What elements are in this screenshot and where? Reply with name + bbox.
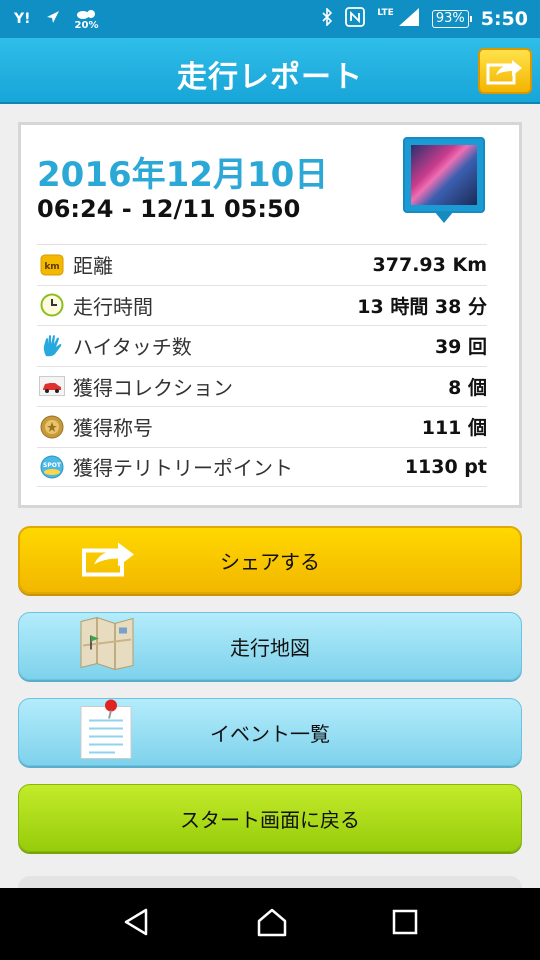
clock-time: 5:50	[480, 8, 528, 30]
stat-row-high-touch: ハイタッチ数 39 回	[37, 325, 487, 366]
stat-label: ハイタッチ数	[73, 335, 192, 360]
stat-label: 獲得テリトリーポイント	[73, 456, 293, 481]
stats-list: km 距離 377.93 Km 走行時間 13 時間 38 分 ハイタッチ数 3…	[37, 244, 487, 487]
share-arrow-icon	[486, 60, 522, 85]
event-list-button-label: イベント一覧	[210, 721, 330, 746]
stat-value: 111 個	[421, 417, 487, 440]
weather-indicator: 20%	[74, 8, 99, 31]
recents-nav-icon[interactable]	[392, 909, 418, 939]
stat-row-titles: 獲得称号 111 個	[37, 406, 487, 447]
svg-text:SPOT: SPOT	[43, 462, 62, 469]
stat-value: 377.93 Km	[372, 253, 487, 276]
stat-value: 13 時間 38 分	[357, 295, 487, 318]
weather-percent: 20%	[74, 19, 99, 31]
stat-label: 走行時間	[73, 294, 153, 319]
photo-thumbnail[interactable]	[403, 137, 485, 225]
stat-label: 獲得称号	[73, 416, 153, 441]
spot-icon: SPOT	[39, 454, 65, 480]
stat-value: 39 回	[434, 336, 487, 359]
status-bar: Y! 20% LTE 93% 5:50	[0, 0, 540, 38]
stat-row-distance: km 距離 377.93 Km	[37, 244, 487, 285]
nfc-icon	[345, 7, 366, 31]
folded-map-icon	[79, 616, 135, 677]
back-to-start-button[interactable]: スタート画面に戻る	[18, 784, 522, 852]
stat-value: 1130 pt	[404, 455, 487, 478]
stat-label: 距離	[73, 254, 113, 279]
clock-icon	[39, 292, 65, 318]
svg-text:km: km	[44, 262, 59, 272]
photo-image	[411, 145, 477, 205]
photo-pin-tail	[434, 211, 454, 223]
high-touch-icon	[39, 333, 65, 359]
stat-row-drive-time: 走行時間 13 時間 38 分	[37, 284, 487, 326]
bluetooth-icon	[321, 7, 333, 30]
event-list-button[interactable]: イベント一覧	[18, 698, 522, 766]
pinned-note-icon	[79, 699, 135, 766]
report-card: 2016年12月10日 06:24 - 12/11 05:50 km 距離 37…	[18, 122, 522, 508]
stat-row-territory: SPOT 獲得テリトリーポイント 1130 pt	[37, 446, 487, 487]
report-date: 2016年12月10日	[37, 155, 329, 195]
page-title: 走行レポート	[177, 60, 363, 95]
home-nav-icon[interactable]	[256, 907, 288, 941]
navigation-icon	[45, 9, 61, 29]
title-medal-icon	[39, 414, 65, 440]
system-nav-bar	[0, 888, 540, 960]
share-button-label: シェアする	[220, 549, 320, 574]
drive-map-button[interactable]: 走行地図	[18, 612, 522, 680]
battery-indicator: 93%	[431, 10, 472, 28]
report-time-range: 06:24 - 12/11 05:50	[37, 195, 301, 223]
back-to-start-button-label: スタート画面に戻る	[180, 807, 360, 832]
car-collection-icon	[39, 373, 65, 399]
signal-icon	[398, 7, 420, 31]
app-bar: 走行レポート	[0, 38, 540, 104]
photo-frame	[403, 137, 485, 213]
weather-icon	[76, 9, 95, 19]
stat-label: 獲得コレクション	[73, 375, 233, 400]
stat-value: 8 個	[448, 376, 487, 399]
yahoo-icon: Y!	[14, 11, 31, 27]
share-top-button[interactable]	[478, 48, 532, 94]
back-nav-icon[interactable]	[122, 907, 152, 941]
share-button[interactable]: シェアする	[18, 526, 522, 594]
km-icon: km	[39, 252, 65, 278]
share-arrow-icon	[80, 539, 138, 582]
stat-row-collection: 獲得コレクション 8 個	[37, 365, 487, 407]
network-type: LTE	[377, 8, 394, 18]
drive-map-button-label: 走行地図	[230, 635, 310, 660]
